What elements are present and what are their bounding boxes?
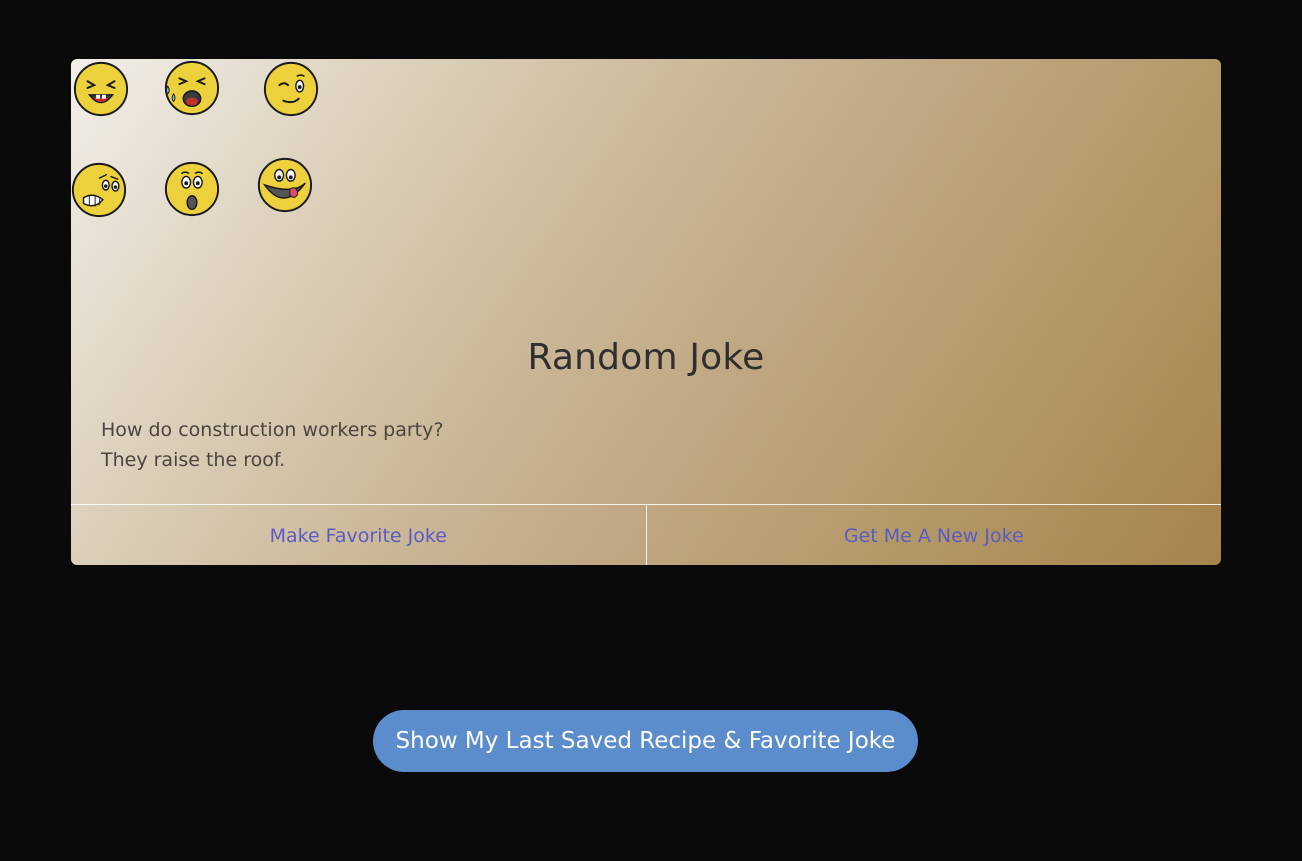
surprised-emoji-icon (164, 161, 220, 217)
grimacing-emoji-icon (71, 162, 127, 218)
laughing-emoji-icon (73, 61, 129, 117)
winking-emoji-icon (263, 61, 319, 117)
card-title: Random Joke (527, 337, 765, 378)
show-saved-recipe-and-joke-button[interactable]: Show My Last Saved Recipe & Favorite Jok… (373, 710, 918, 772)
make-favorite-joke-button[interactable]: Make Favorite Joke (71, 505, 646, 565)
get-new-joke-button[interactable]: Get Me A New Joke (647, 505, 1222, 565)
joke-punchline: They raise the roof. (101, 449, 286, 471)
crying-laughing-emoji-icon (164, 60, 220, 116)
joke-text: How do construction workers party? They … (101, 415, 443, 475)
card-footer: Make Favorite Joke Get Me A New Joke (71, 504, 1221, 565)
joke-card: Random Joke How do construction workers … (71, 59, 1221, 565)
tongue-out-emoji-icon (257, 157, 313, 213)
joke-setup: How do construction workers party? (101, 419, 444, 441)
